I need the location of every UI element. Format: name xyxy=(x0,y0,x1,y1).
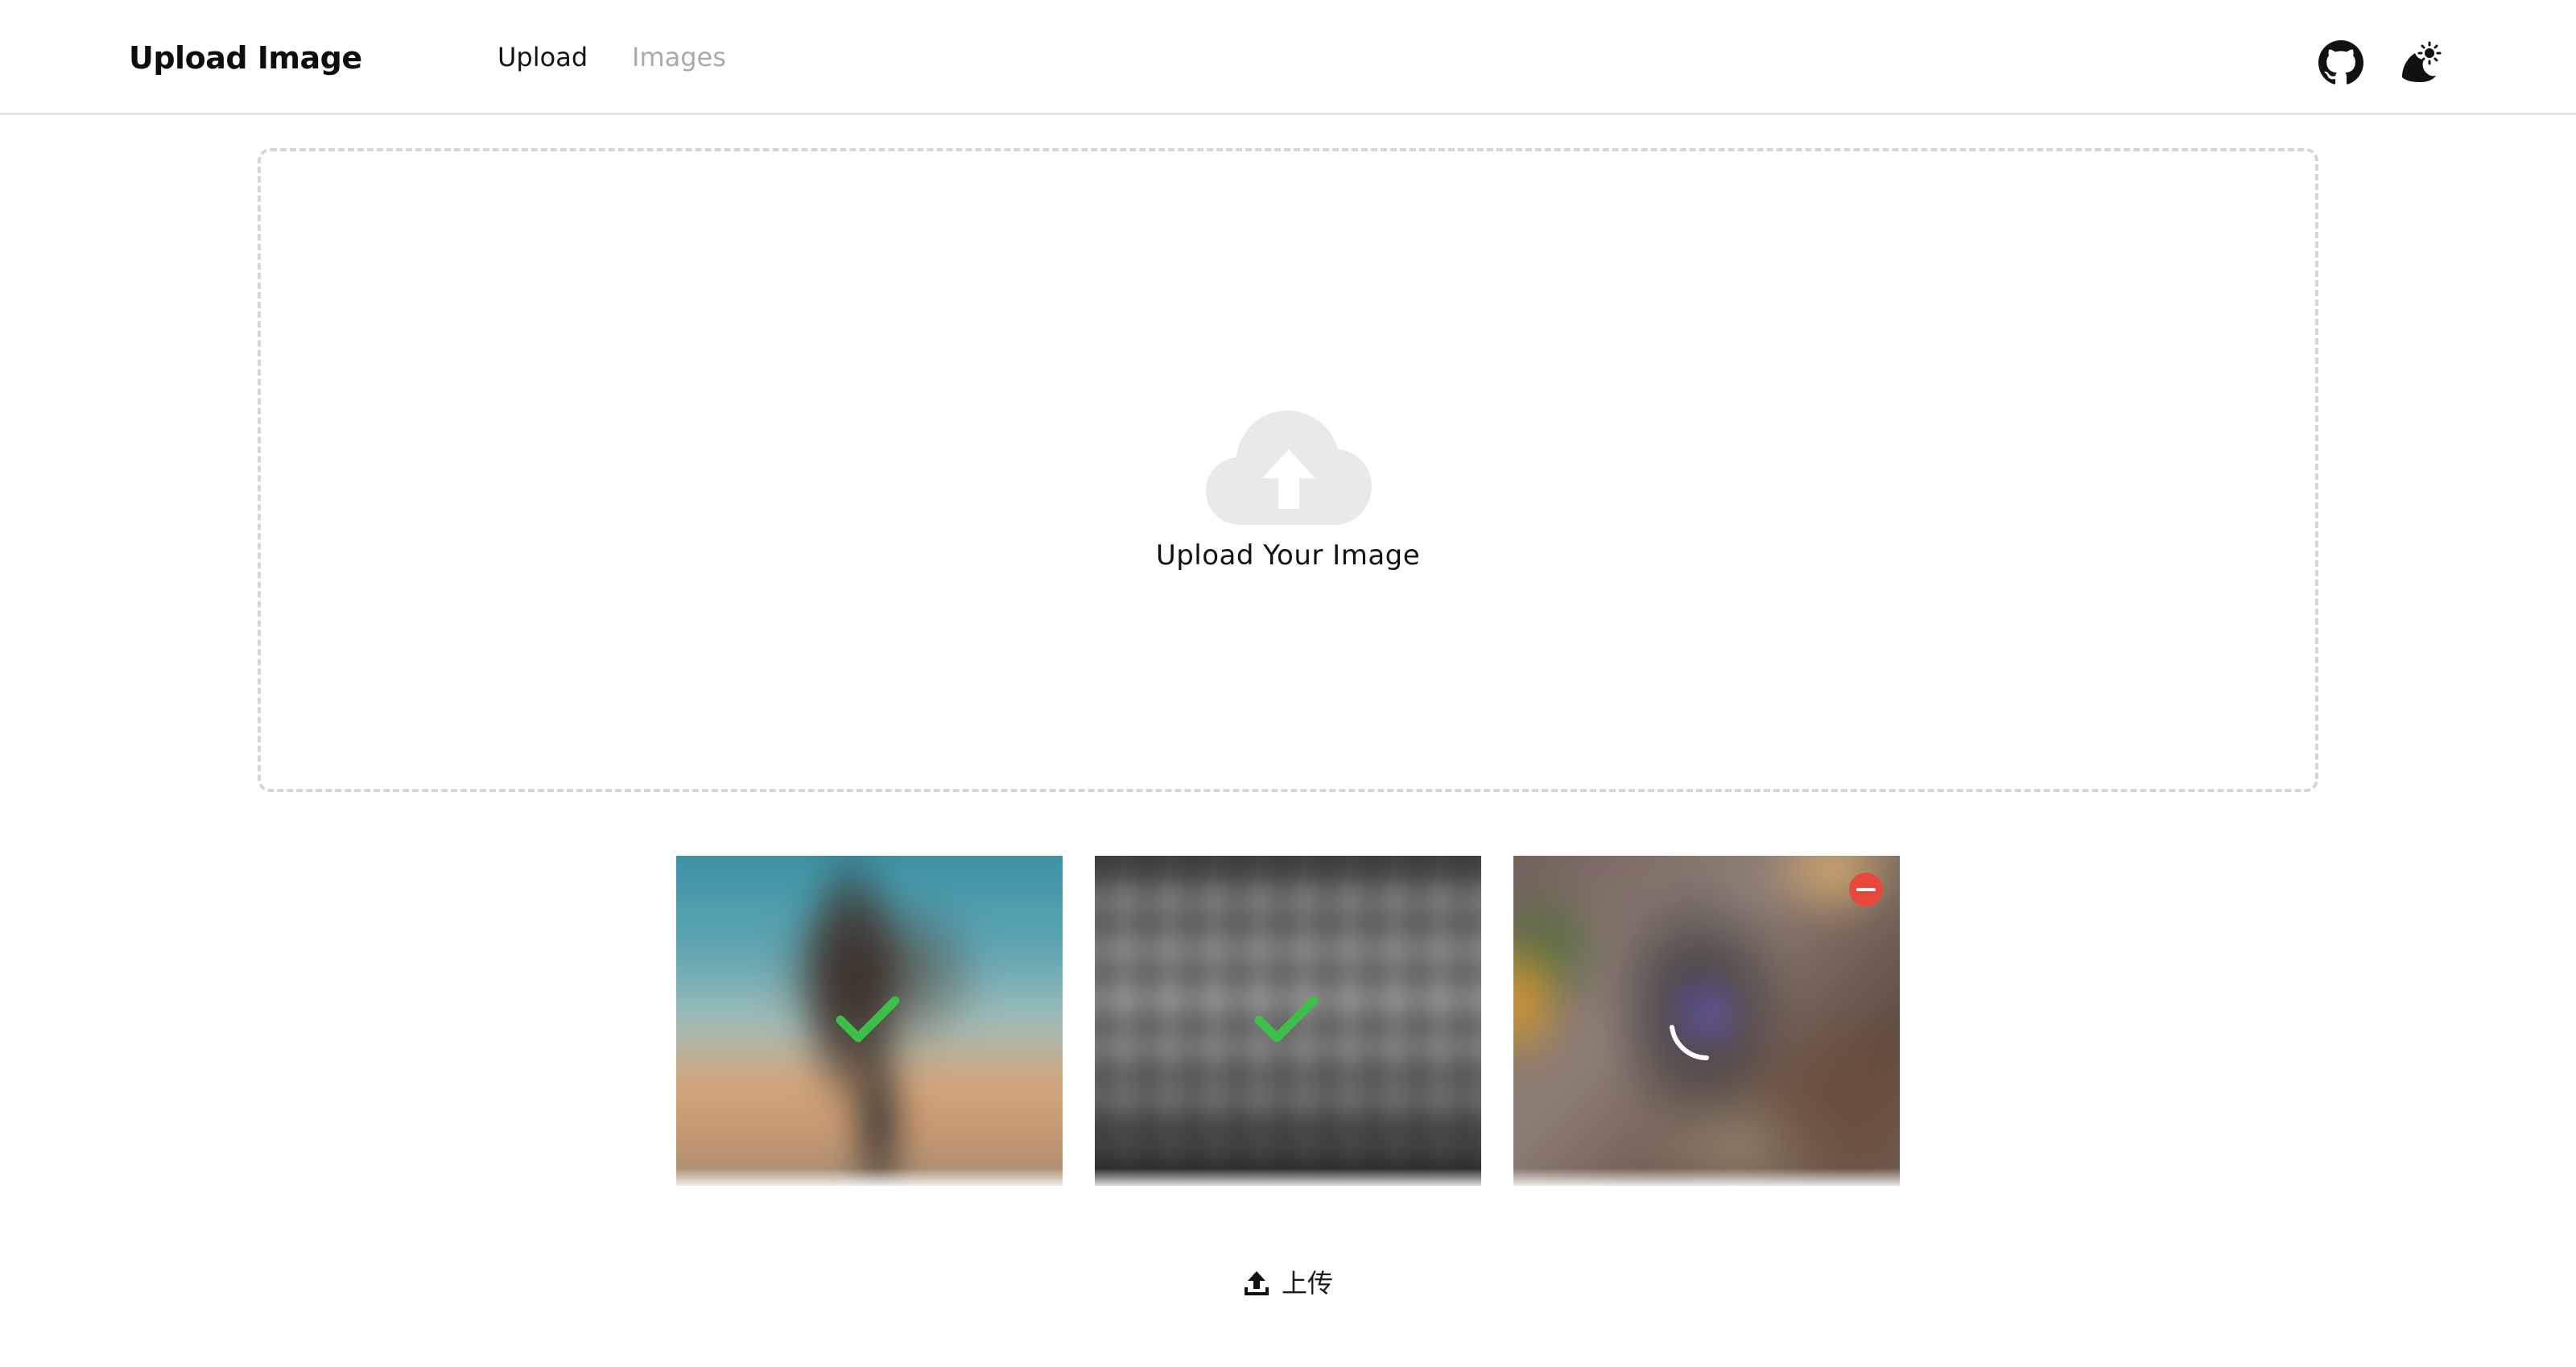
remove-image-button[interactable] xyxy=(1848,872,1884,907)
brand-title[interactable]: Upload Image xyxy=(129,35,362,81)
upload-button-label: 上传 xyxy=(1281,1268,1333,1299)
nav-link-images[interactable]: Images xyxy=(632,39,726,76)
upload-icon xyxy=(1244,1271,1269,1295)
image-thumbnail[interactable] xyxy=(676,856,1063,1186)
image-thumbnail[interactable] xyxy=(1513,856,1900,1186)
check-icon xyxy=(1254,996,1319,1043)
image-dropzone[interactable]: Upload Your Image xyxy=(258,148,2318,792)
upload-button[interactable]: 上传 xyxy=(1224,1258,1352,1309)
nav-link-upload[interactable]: Upload xyxy=(497,39,588,76)
top-nav-bar: Upload Image Upload Images xyxy=(0,0,2576,115)
check-icon xyxy=(836,996,900,1043)
github-icon[interactable] xyxy=(2318,40,2363,85)
image-thumbnail[interactable] xyxy=(1095,856,1481,1186)
dropzone-label: Upload Your Image xyxy=(1155,539,1421,572)
spinner-icon xyxy=(1670,1025,1709,1060)
theme-toggle-icon[interactable] xyxy=(2397,40,2442,85)
cloud-upload-icon xyxy=(1206,411,1372,525)
